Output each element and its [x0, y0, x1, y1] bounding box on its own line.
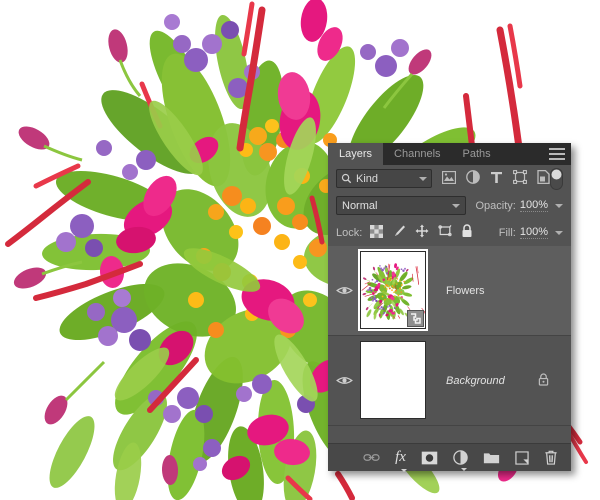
layer-name-background[interactable]: Background: [446, 375, 505, 387]
layer-row-background[interactable]: Background: [328, 336, 571, 426]
folder-icon: [483, 453, 500, 464]
opacity-label: Opacity:: [475, 199, 516, 212]
filter-adjustment-icon[interactable]: [466, 170, 480, 187]
adjustment-layer-icon: [453, 450, 468, 465]
lock-label: Lock:: [336, 226, 363, 239]
filter-kind-dropdown[interactable]: Kind: [336, 169, 432, 188]
chevron-down-icon: [451, 203, 460, 208]
layer-visibility-toggle-background[interactable]: [328, 375, 360, 386]
new-group-button[interactable]: [483, 451, 500, 464]
filter-row: Kind: [328, 165, 571, 192]
menu-line: [549, 148, 565, 150]
smart-object-badge-icon: [407, 309, 424, 327]
filter-shape-icon[interactable]: [513, 170, 527, 187]
adjustment-dropdown-tick-icon: [461, 468, 468, 471]
fill-label: Fill:: [498, 226, 516, 239]
trash-icon: [545, 450, 557, 465]
lock-image-pixels-icon[interactable]: [392, 224, 406, 241]
filter-enable-toggle[interactable]: [550, 167, 563, 190]
lock-transparent-pixels-icon[interactable]: [370, 224, 384, 241]
layer-mask-icon: [421, 451, 438, 464]
fx-dropdown-tick-icon: [401, 469, 408, 472]
tab-layers[interactable]: Layers: [328, 143, 384, 165]
filter-pixel-icon[interactable]: [441, 170, 457, 187]
fill-chevron-down-icon[interactable]: [555, 230, 563, 235]
tab-paths-label: Paths: [462, 148, 491, 160]
new-layer-icon: [515, 450, 529, 465]
filter-icon-group: [441, 169, 550, 187]
lock-position-icon[interactable]: [415, 224, 429, 241]
layer-thumbnail-wrap-background[interactable]: [360, 340, 428, 421]
add-layer-mask-button[interactable]: [421, 451, 438, 465]
opacity-chevron-down-icon[interactable]: [555, 203, 563, 208]
layer-list[interactable]: Flowers Background: [328, 246, 571, 436]
layer-row-flowers[interactable]: Flowers: [328, 246, 571, 336]
layer-visibility-toggle-flowers[interactable]: [328, 285, 360, 296]
chevron-down-icon: [419, 176, 427, 181]
new-layer-button[interactable]: [515, 450, 529, 465]
lock-fill-row: Lock: Fill: 100%: [328, 219, 571, 246]
filter-kind-value: Kind: [356, 172, 379, 185]
layers-bottom-toolbar: fx: [328, 443, 571, 472]
fill-value[interactable]: 100%: [519, 226, 548, 239]
blend-opacity-row: Normal Opacity: 100%: [328, 192, 571, 219]
panel-menu-icon[interactable]: [549, 148, 565, 160]
layer-name-flowers[interactable]: Flowers: [446, 285, 485, 297]
menu-line: [549, 158, 565, 160]
lock-icon-group: [370, 224, 473, 241]
eye-icon: [335, 377, 353, 384]
layer-thumbnail-wrap-flowers[interactable]: [360, 250, 428, 331]
tab-paths[interactable]: Paths: [451, 143, 502, 165]
lock-all-icon[interactable]: [461, 224, 473, 241]
blend-mode-dropdown[interactable]: Normal: [336, 196, 466, 215]
search-icon: [341, 173, 352, 184]
link-layers-button[interactable]: [363, 452, 380, 463]
tab-layers-label: Layers: [339, 148, 373, 160]
panel-tab-strip: Layers Channels Paths: [328, 143, 571, 165]
new-adjustment-layer-button[interactable]: [453, 450, 468, 471]
flower-bouquet-thumbnail[interactable]: [360, 250, 426, 329]
layers-panel[interactable]: Layers Channels Paths Kind Normal Opacit…: [328, 143, 571, 472]
tab-channels[interactable]: Channels: [383, 143, 452, 165]
layer-style-button[interactable]: fx: [395, 449, 408, 472]
white-background-thumbnail[interactable]: [360, 340, 426, 419]
delete-layer-button[interactable]: [544, 450, 558, 465]
opacity-value[interactable]: 100%: [519, 199, 548, 212]
menu-line: [549, 153, 565, 155]
screenshot-root: Layers Channels Paths Kind Normal Opacit…: [0, 0, 600, 500]
eye-icon: [335, 287, 353, 294]
fx-icon: fx: [395, 449, 406, 465]
lock-artboard-nesting-icon[interactable]: [438, 224, 452, 241]
tab-channels-label: Channels: [394, 148, 441, 160]
filter-type-icon[interactable]: [490, 171, 503, 187]
link-icon: [363, 454, 380, 461]
blend-mode-value: Normal: [342, 199, 378, 212]
filter-smart-object-icon[interactable]: [537, 169, 550, 187]
layer-locked-icon: [538, 372, 549, 389]
